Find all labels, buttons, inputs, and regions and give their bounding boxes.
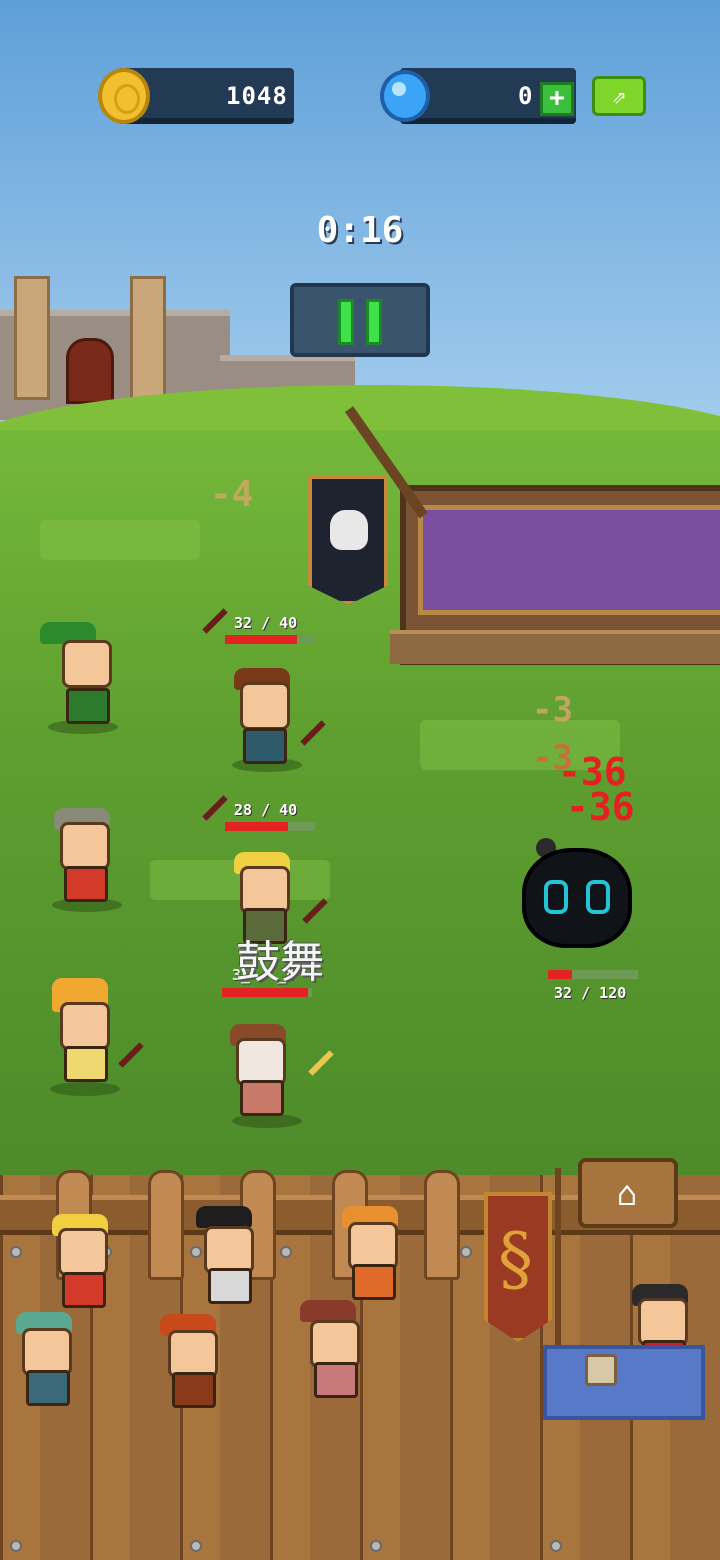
skull-icon (330, 510, 368, 550)
share-icon: ⇗ (611, 81, 627, 109)
hero-shadow (50, 1082, 120, 1096)
hero-body (64, 866, 108, 902)
hero-body (172, 1372, 216, 1408)
enemy-eye (586, 880, 610, 914)
pause-button[interactable] (290, 283, 430, 357)
rivet (190, 1246, 202, 1258)
arena-rail (390, 630, 720, 664)
rivet (190, 1540, 202, 1552)
game-scene: 1048 0 + ⇗ 0:16 -4 -3 -3 -36 -36 32 / 40 (0, 0, 720, 1560)
hero-body (352, 1264, 396, 1300)
damage-number: -3 (532, 690, 573, 730)
fence-post (424, 1170, 460, 1280)
buff-text: 鼓舞 (236, 937, 324, 988)
hero-shadow (232, 1114, 302, 1128)
hero-hair (300, 1300, 356, 1322)
hero-body (314, 1362, 358, 1398)
hero-hat (196, 1206, 252, 1228)
hero-hp-text: 32 / 40 (234, 614, 298, 632)
battle-timer: 0:16 (316, 210, 404, 251)
hero-head (204, 1226, 254, 1274)
hero-body (66, 688, 110, 724)
rivet (10, 1540, 22, 1552)
add-gems-button[interactable]: + (540, 82, 574, 116)
hero-head (310, 1320, 360, 1368)
gem-icon (380, 70, 430, 122)
coin-icon (98, 68, 150, 124)
hero-head (240, 682, 290, 730)
hero-head (638, 1298, 688, 1346)
hero-head (62, 640, 112, 688)
hero-body (208, 1268, 252, 1304)
rivet (550, 1540, 562, 1552)
rivet (10, 1246, 22, 1258)
add-icon: + (549, 83, 565, 113)
rivet (460, 1246, 472, 1258)
pause-icon (338, 299, 354, 345)
hero-body (240, 1080, 284, 1116)
hero-body (62, 1272, 106, 1308)
dragon-icon: § (498, 1218, 533, 1300)
hero-head (168, 1330, 218, 1378)
castle-tower-left (14, 276, 50, 400)
damage-number: -4 (210, 474, 254, 515)
grass-patch (40, 520, 200, 560)
arena-curtain (418, 505, 720, 615)
hero-head (60, 1002, 110, 1050)
tavern-table (543, 1345, 705, 1420)
damage-number: -36 (566, 785, 635, 829)
hero-head (240, 866, 290, 914)
hero-head (60, 822, 110, 870)
gem-value: 0 (518, 82, 534, 110)
rivet (280, 1246, 292, 1258)
hero-head (236, 1038, 286, 1086)
hero-head (22, 1328, 72, 1376)
hero-head (58, 1228, 108, 1276)
enemy-eye (544, 880, 568, 914)
hero-body (243, 728, 287, 764)
enemy-hp-text: 32 / 120 (554, 984, 627, 1002)
fence-post (148, 1170, 184, 1280)
hero-head (348, 1222, 398, 1270)
pause-icon (366, 299, 382, 345)
mug-icon (585, 1354, 617, 1386)
home-icon: ⌂ (616, 1174, 638, 1214)
enemy-hp-bar (548, 970, 638, 979)
hero-body (26, 1370, 70, 1406)
hero-body (64, 1046, 108, 1082)
castle-tower-right (130, 276, 166, 400)
hero-hp-text: 28 / 40 (234, 801, 298, 819)
share-button[interactable]: ⇗ (592, 76, 646, 116)
hero-hp-bar (225, 635, 315, 644)
bomb-enemy[interactable] (522, 848, 632, 948)
hero-hp-bar (225, 822, 315, 831)
castle-gate (66, 338, 114, 404)
coin-value: 1048 (226, 82, 288, 110)
rivet (370, 1540, 382, 1552)
